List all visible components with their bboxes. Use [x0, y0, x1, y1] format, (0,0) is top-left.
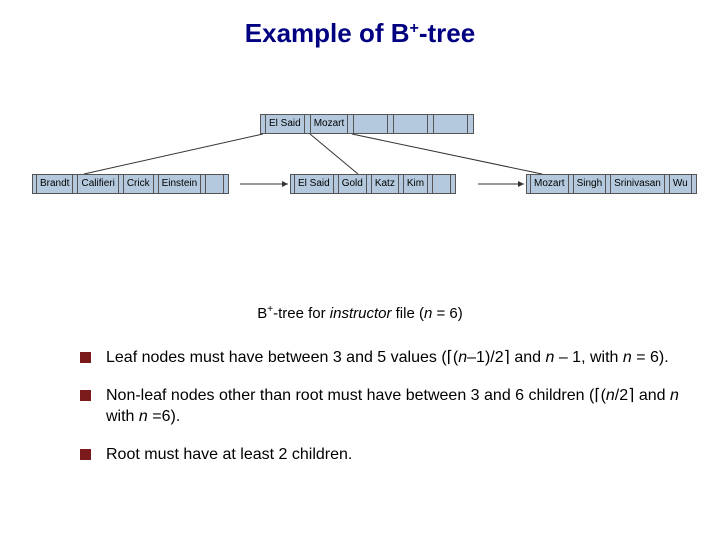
root-key-empty: [394, 114, 428, 134]
expr-rest: /2: [615, 387, 628, 404]
tree-diagram: El Said Mozart Brandt Califieri Crick Ei…: [0, 104, 720, 294]
bullet-mid: and: [510, 349, 546, 366]
leaf-key: Brandt: [37, 174, 73, 194]
leaf-key: El Said: [295, 174, 334, 194]
leaf-next-ptr: [224, 174, 229, 194]
bullet-mid: and: [634, 387, 670, 404]
title-sup: +: [410, 20, 419, 37]
leaf-next-ptr: [451, 174, 456, 194]
title-suffix: -tree: [419, 18, 475, 48]
leaf-key: Einstein: [159, 174, 202, 194]
var-n: n: [606, 387, 615, 404]
root-node: El Said Mozart: [260, 114, 474, 134]
var-n: n: [623, 349, 632, 366]
tree-caption: B+-tree for instructor file (n = 6): [0, 304, 720, 322]
leaf-node: Mozart Singh Srinivasan Wu: [526, 174, 697, 194]
bullet-text: Root must have at least 2 children.: [106, 446, 352, 463]
root-key: Mozart: [311, 114, 349, 134]
leaf-key-empty: [206, 174, 224, 194]
caption-mid: -tree for: [273, 305, 330, 322]
caption-suffix: file (: [391, 305, 424, 322]
var-n: n: [670, 387, 679, 404]
leaf-ptr: [692, 174, 697, 194]
leaf-key: Califieri: [78, 174, 118, 194]
title-prefix: Example of B: [245, 18, 410, 48]
var-n: n: [139, 408, 148, 425]
root-key: El Said: [266, 114, 305, 134]
leaf-node: El Said Gold Katz Kim: [290, 174, 456, 194]
bullet-item: Non-leaf nodes other than root must have…: [80, 385, 680, 428]
var-n: n: [458, 349, 467, 366]
bullet-tail: with: [106, 408, 139, 425]
bullet-text: Non-leaf nodes other than root must have…: [106, 387, 594, 404]
bullet-item: Leaf nodes must have between 3 and 5 val…: [80, 347, 680, 369]
bullet-list: Leaf nodes must have between 3 and 5 val…: [80, 347, 680, 465]
caption-tail: = 6): [432, 305, 462, 322]
root-key-empty: [434, 114, 468, 134]
leaf-key: Katz: [372, 174, 399, 194]
caption-prefix: B: [257, 305, 267, 322]
leaf-node: Brandt Califieri Crick Einstein: [32, 174, 229, 194]
bullet-end: = 6).: [632, 349, 669, 366]
bullet-item: Root must have at least 2 children.: [80, 444, 680, 466]
bullet-text: Leaf nodes must have between 3 and 5 val…: [106, 349, 447, 366]
root-ptr: [468, 114, 474, 134]
bullet-end: =6).: [148, 408, 180, 425]
leaf-key: Crick: [124, 174, 154, 194]
root-key-empty: [354, 114, 388, 134]
leaf-key: Srinivasan: [611, 174, 665, 194]
expr-rest: –1)/2: [467, 349, 503, 366]
leaf-key: Wu: [670, 174, 692, 194]
leaf-key: Kim: [404, 174, 428, 194]
leaf-key: Mozart: [531, 174, 569, 194]
caption-file: instructor: [330, 305, 392, 322]
leaf-key: Gold: [339, 174, 367, 194]
bullet-tail: – 1, with: [554, 349, 622, 366]
leaf-key-empty: [433, 174, 451, 194]
leaf-key: Singh: [574, 174, 607, 194]
slide-title: Example of B+-tree: [0, 0, 720, 49]
